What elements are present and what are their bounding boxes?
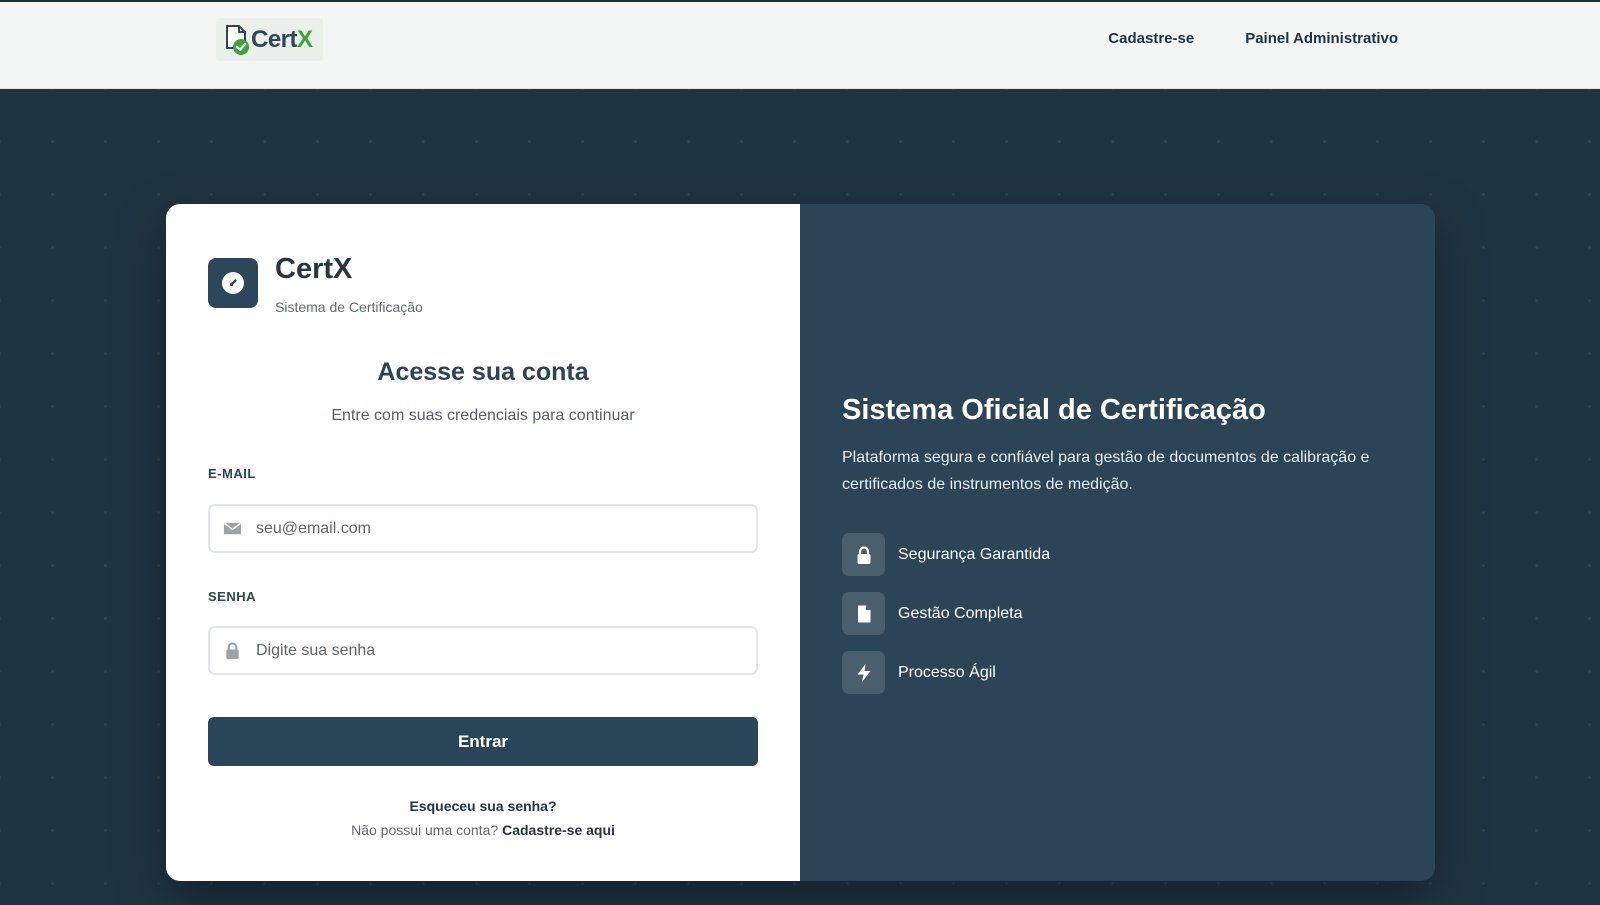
- app-title: CertX: [275, 253, 353, 285]
- login-heading: Acesse sua conta: [377, 358, 589, 386]
- info-title: Sistema Oficial de Certificação: [842, 394, 1266, 426]
- feature-label: Segurança Garantida: [898, 545, 1051, 563]
- forgot-password-link[interactable]: Esqueceu sua senha?: [166, 798, 800, 814]
- gauge-icon: [222, 272, 244, 294]
- info-description: Plataforma segura e confiável para gestã…: [842, 449, 1370, 493]
- password-label: SENHA: [208, 589, 257, 604]
- bolt-icon: [857, 663, 870, 682]
- feature-label: Gestão Completa: [898, 604, 1023, 622]
- feature-item-management: Gestão Completa: [842, 592, 1023, 635]
- feature-item-process: Processo Ágil: [842, 651, 996, 694]
- login-subheading: Entre com suas credenciais para continua…: [331, 407, 635, 424]
- top-navbar: CertX Cadastre-se Painel Administrativo: [0, 0, 1600, 89]
- lock-icon: [857, 545, 870, 564]
- feature-item-security: Segurança Garantida: [842, 533, 1050, 576]
- nav-admin-panel-link[interactable]: Painel Administrativo: [1245, 30, 1398, 47]
- password-field[interactable]: [208, 626, 758, 675]
- app-subtitle: Sistema de Certificação: [275, 299, 423, 315]
- lock-icon: [226, 642, 239, 660]
- login-panel: CertX Sistema de Certificação Acesse sua…: [166, 204, 800, 881]
- email-input[interactable]: [256, 506, 746, 551]
- email-field[interactable]: [208, 504, 758, 553]
- login-submit-button[interactable]: Entrar: [208, 717, 758, 766]
- signup-prompt: Não possui uma conta? Cadastre-se aqui: [166, 822, 800, 838]
- brand-name-x: X: [297, 25, 313, 53]
- login-card: CertX Sistema de Certificação Acesse sua…: [166, 204, 1435, 881]
- feature-icon-box: [842, 651, 885, 694]
- brand-logo[interactable]: CertX: [216, 18, 323, 61]
- brand-name-cert: Cert: [251, 25, 298, 53]
- nav-register-link[interactable]: Cadastre-se: [1108, 30, 1194, 47]
- email-label: E-MAIL: [208, 466, 256, 481]
- info-panel: Sistema Oficial de Certificação Platafor…: [800, 204, 1435, 881]
- envelope-icon: [223, 522, 242, 535]
- app-logo: [208, 258, 258, 308]
- file-icon: [857, 605, 870, 622]
- brand-name: CertX: [251, 26, 313, 54]
- signup-link[interactable]: Cadastre-se aqui: [502, 822, 615, 838]
- password-input[interactable]: [256, 628, 746, 673]
- feature-icon-box: [842, 592, 885, 635]
- feature-label: Processo Ágil: [898, 663, 996, 681]
- main-nav: Cadastre-se Painel Administrativo: [1108, 30, 1398, 47]
- document-check-icon: [226, 24, 249, 55]
- feature-icon-box: [842, 533, 885, 576]
- no-account-text: Não possui uma conta?: [351, 822, 499, 838]
